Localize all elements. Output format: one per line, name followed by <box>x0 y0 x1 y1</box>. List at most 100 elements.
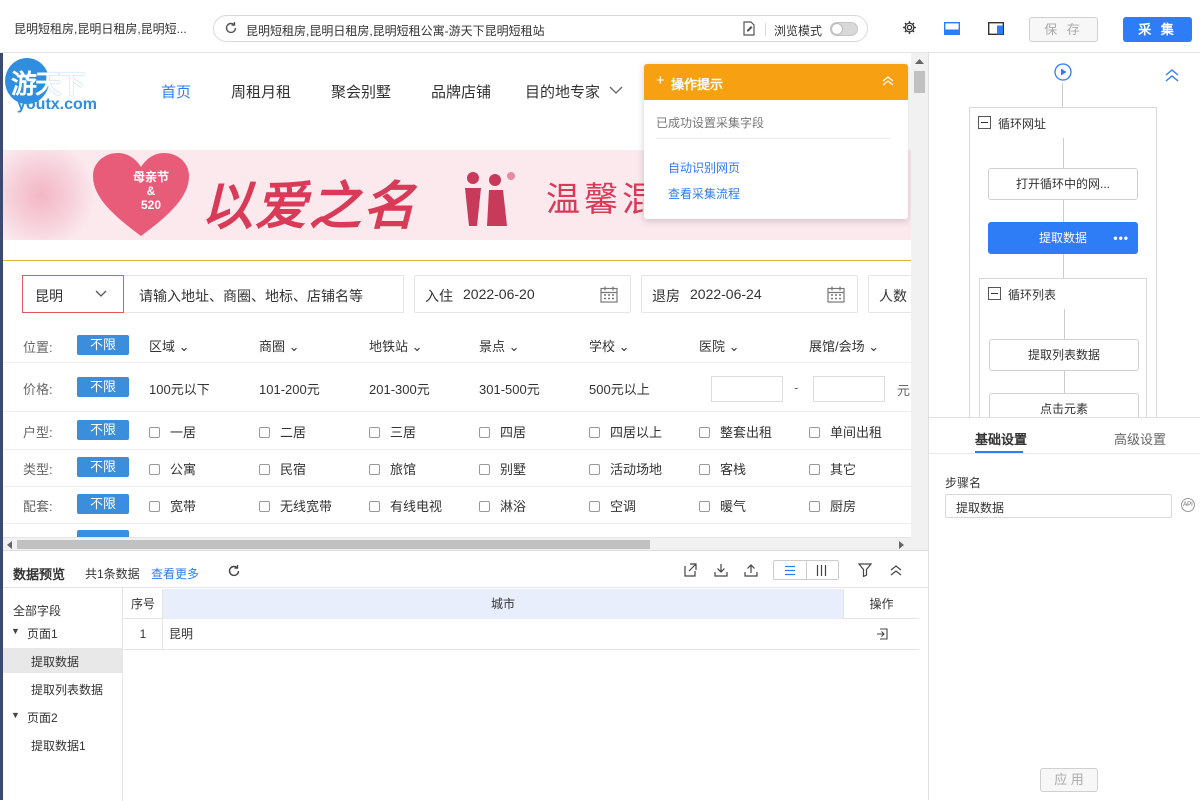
extract-data-node[interactable]: 提取数据 ••• <box>988 222 1138 254</box>
type-checkbox[interactable]: 民宿 <box>259 459 306 478</box>
no-limit-button[interactable]: 不限 <box>77 335 129 355</box>
layout-checkbox[interactable]: 一居 <box>149 422 196 441</box>
column-view-icon[interactable] <box>816 565 827 576</box>
amenity-checkbox[interactable]: 有线电视 <box>369 496 442 515</box>
row-action-icon[interactable] <box>876 628 888 640</box>
amenity-checkbox[interactable]: 暖气 <box>699 496 746 515</box>
expand-caret-icon[interactable]: ▼ <box>11 626 20 636</box>
column-header-city[interactable]: 城市 <box>163 589 844 619</box>
layout-checkbox[interactable]: 四居以上 <box>589 422 662 441</box>
list-view-icon[interactable] <box>784 565 796 576</box>
calendar-icon[interactable] <box>600 286 618 303</box>
layout-checkbox[interactable]: 整套出租 <box>699 422 772 441</box>
layout-checkbox[interactable]: 三居 <box>369 422 416 441</box>
amenity-checkbox[interactable]: 淋浴 <box>479 496 526 515</box>
collapse-minus-icon[interactable] <box>988 287 1001 300</box>
nav-brand-stores[interactable]: 品牌店铺 <box>431 81 491 102</box>
calendar-icon[interactable] <box>827 286 845 303</box>
auto-detect-link[interactable]: 自动识别网页 <box>668 159 740 176</box>
view-flow-link[interactable]: 查看采集流程 <box>668 185 740 202</box>
tree-page[interactable]: 页面1 <box>27 625 58 642</box>
tree-root[interactable]: 全部字段 <box>13 602 61 619</box>
type-checkbox[interactable]: 其它 <box>809 459 856 478</box>
open-loop-page-node[interactable]: 打开循环中的网... <box>988 168 1138 200</box>
horizontal-scrollbar[interactable] <box>3 537 911 550</box>
tree-field[interactable]: 提取数据 <box>31 653 79 670</box>
apply-button[interactable]: 应 用 <box>1040 768 1098 792</box>
view-more-link[interactable]: 查看更多 <box>151 565 199 582</box>
collapse-up-icon[interactable] <box>890 564 902 576</box>
filter-dropdown-venue[interactable]: 展馆/会场 ⌄ <box>809 336 879 355</box>
extract-list-node[interactable]: 提取列表数据 <box>989 339 1139 371</box>
type-checkbox[interactable]: 公寓 <box>149 459 196 478</box>
expand-caret-icon[interactable]: ▼ <box>11 710 20 720</box>
checkin-date-field[interactable]: 入住 2022-06-20 <box>414 275 631 313</box>
collapse-up-icon[interactable] <box>882 76 894 86</box>
start-play-icon[interactable] <box>1054 63 1072 81</box>
amenity-checkbox[interactable]: 无线宽带 <box>259 496 332 515</box>
refresh-icon[interactable] <box>227 564 241 578</box>
guests-field[interactable]: 人数 <box>868 275 911 313</box>
scroll-thumb[interactable] <box>17 540 650 549</box>
download-icon[interactable] <box>714 563 728 577</box>
page-edit-icon[interactable] <box>742 21 756 36</box>
collect-button[interactable]: 采 集 <box>1123 17 1192 42</box>
type-checkbox[interactable]: 客栈 <box>699 459 746 478</box>
address-bar[interactable]: 昆明短租房,昆明日租房,昆明短租公寓-游天下昆明短租站 浏览模式 <box>213 15 868 42</box>
price-max-input[interactable] <box>813 376 885 402</box>
refresh-icon[interactable] <box>224 21 238 35</box>
scroll-left-arrow-icon[interactable] <box>6 541 12 549</box>
gear-icon[interactable] <box>902 20 917 35</box>
scroll-thumb[interactable] <box>914 71 925 93</box>
nav-weekly-monthly[interactable]: 周租月租 <box>231 81 291 102</box>
no-limit-button[interactable]: 不限 <box>77 420 129 440</box>
amenity-checkbox[interactable]: 宽带 <box>149 496 196 515</box>
no-limit-button[interactable]: 不限 <box>77 377 129 397</box>
filter-dropdown-metro[interactable]: 地铁站 ⌄ <box>369 336 423 355</box>
vertical-scrollbar[interactable] <box>911 53 928 550</box>
checkout-date-field[interactable]: 退房 2022-06-24 <box>641 275 858 313</box>
layout-right-icon[interactable] <box>988 22 1004 35</box>
collapse-up-icon[interactable] <box>1165 69 1179 82</box>
filter-dropdown-hospital[interactable]: 医院 ⌄ <box>699 336 740 355</box>
browse-mode-toggle[interactable] <box>830 22 858 36</box>
amenity-checkbox[interactable]: 厨房 <box>809 496 856 515</box>
tab-advanced-settings[interactable]: 高级设置 <box>1114 429 1166 448</box>
keyword-input[interactable]: 请输入地址、商圈、地标、店铺名等 <box>124 275 404 313</box>
scroll-right-arrow-icon[interactable] <box>899 541 905 549</box>
filter-dropdown-attraction[interactable]: 景点 ⌄ <box>479 336 520 355</box>
layout-bottom-icon[interactable] <box>944 22 960 35</box>
step-name-input[interactable]: 提取数据 <box>945 494 1172 518</box>
type-checkbox[interactable]: 别墅 <box>479 459 526 478</box>
loop-url-block[interactable]: 循环网址 打开循环中的网... 提取数据 ••• 循环列表 提取列表数据 点击元… <box>969 107 1157 425</box>
layout-checkbox[interactable]: 四居 <box>479 422 526 441</box>
upload-icon[interactable] <box>744 563 758 577</box>
url-text[interactable]: 昆明短租房,昆明日租房,昆明短租公寓-游天下昆明短租站 <box>246 22 545 39</box>
amenity-checkbox[interactable]: 空调 <box>589 496 636 515</box>
loop-list-block[interactable]: 循环列表 提取列表数据 点击元素 <box>979 278 1147 425</box>
price-option[interactable]: 301-500元 <box>479 379 540 398</box>
tree-field[interactable]: 提取列表数据 <box>31 681 103 698</box>
tree-page[interactable]: 页面2 <box>27 709 58 726</box>
no-limit-button[interactable]: 不限 <box>77 457 129 477</box>
scroll-up-arrow-icon[interactable] <box>915 58 924 64</box>
price-min-input[interactable] <box>711 376 783 402</box>
export-icon[interactable] <box>683 563 697 577</box>
tab-basic-settings[interactable]: 基础设置 <box>975 429 1027 448</box>
type-checkbox[interactable]: 旅馆 <box>369 459 416 478</box>
nav-party-villa[interactable]: 聚会别墅 <box>331 81 391 102</box>
price-option[interactable]: 100元以下 <box>149 379 210 398</box>
tree-field[interactable]: 提取数据1 <box>31 737 86 754</box>
tab-title[interactable]: 昆明短租房,昆明日租房,昆明短... <box>14 20 187 37</box>
api-icon[interactable]: API <box>1181 498 1195 512</box>
filter-icon[interactable] <box>858 563 872 577</box>
price-option[interactable]: 500元以上 <box>589 379 650 398</box>
save-button[interactable]: 保 存 <box>1029 17 1098 42</box>
collapse-minus-icon[interactable] <box>978 116 991 129</box>
filter-dropdown-school[interactable]: 学校 ⌄ <box>589 336 630 355</box>
no-limit-button[interactable]: 不限 <box>77 494 129 514</box>
layout-checkbox[interactable]: 二居 <box>259 422 306 441</box>
city-select[interactable]: 昆明 <box>22 275 124 313</box>
nav-home[interactable]: 首页 <box>161 81 191 102</box>
filter-dropdown-district[interactable]: 区域 ⌄ <box>149 336 190 355</box>
